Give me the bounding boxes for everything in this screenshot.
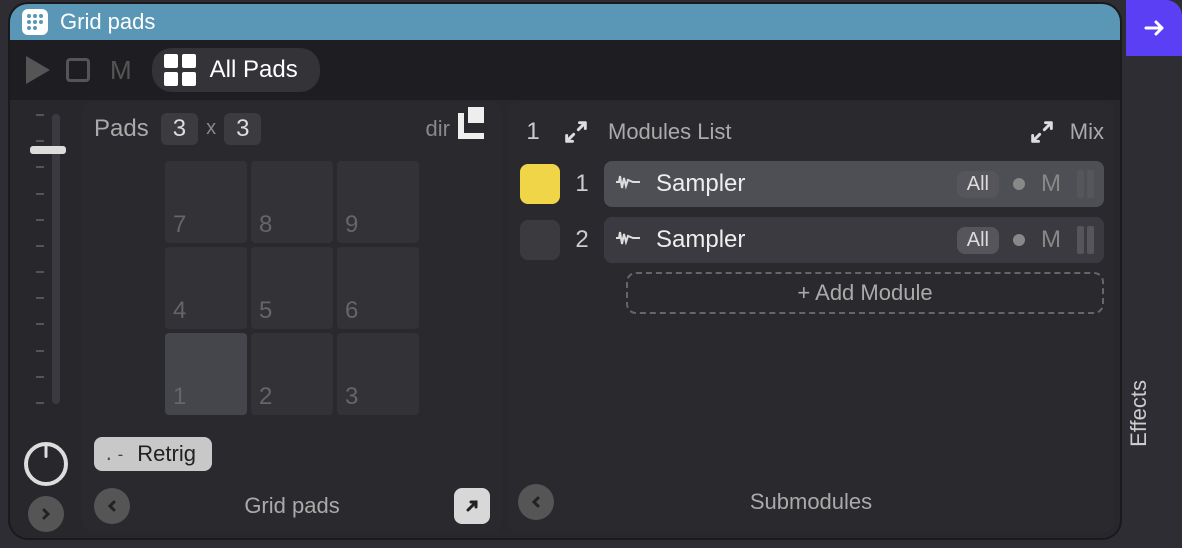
module-status-dot-2[interactable]: [1013, 234, 1025, 246]
transport-row: M All Pads: [10, 40, 1120, 100]
module-scope-2[interactable]: All: [957, 227, 999, 254]
sidebar-controls: [16, 102, 76, 532]
pad-8[interactable]: 8: [251, 161, 333, 243]
title-bar: Grid pads: [10, 4, 1120, 40]
effects-tab[interactable]: Effects: [1126, 380, 1182, 447]
pan-knob[interactable]: [24, 442, 68, 486]
grid-pads-icon: [22, 9, 48, 35]
stop-button[interactable]: [66, 58, 90, 82]
modules-header: 1 Modules List Mix: [518, 110, 1104, 154]
module-name-2: Sampler: [656, 226, 745, 254]
waveform-icon: [614, 228, 642, 253]
module-item-2[interactable]: Sampler All M: [604, 217, 1104, 263]
retrig-label: Retrig: [137, 441, 196, 467]
pad-3[interactable]: 3: [337, 333, 419, 415]
dir-icon[interactable]: [458, 113, 490, 145]
modules-list: 1 Sampler All M 2: [518, 160, 1104, 314]
retrig-icon: .-: [104, 445, 127, 464]
level-slider[interactable]: [16, 114, 76, 434]
module-index-1: 1: [572, 170, 592, 198]
window-title: Grid pads: [60, 9, 155, 35]
module-index-2: 2: [572, 226, 592, 254]
pads-config-row: Pads 3 x 3 dir: [94, 110, 490, 147]
all-pads-button[interactable]: All Pads: [152, 48, 320, 92]
main-window: Grid pads M All Pads: [8, 2, 1122, 540]
pads-grid: 7 8 9 4 5 6 1 2 3: [165, 161, 419, 415]
module-meter-1: [1077, 170, 1094, 198]
pad-6[interactable]: 6: [337, 247, 419, 329]
slider-handle[interactable]: [30, 146, 66, 154]
play-button[interactable]: [26, 56, 50, 84]
pad-2[interactable]: 2: [251, 333, 333, 415]
pad-4[interactable]: 4: [165, 247, 247, 329]
popout-button[interactable]: [454, 488, 490, 524]
module-meter-2: [1077, 226, 1094, 254]
pads-panel-back-button[interactable]: [94, 488, 130, 524]
pads-cols-input[interactable]: 3: [161, 113, 198, 145]
modules-panel-back-button[interactable]: [518, 484, 554, 520]
pad-5[interactable]: 5: [251, 247, 333, 329]
collapse-sidebar-button[interactable]: [28, 496, 64, 532]
dir-label: dir: [426, 116, 450, 142]
pads-rows-input[interactable]: 3: [224, 113, 261, 145]
modules-panel-footer: Submodules: [518, 480, 1104, 524]
pads-label: Pads: [94, 115, 149, 143]
module-status-dot-1[interactable]: [1013, 178, 1025, 190]
pad-1[interactable]: 1: [165, 333, 247, 415]
pads-panel: Pads 3 x 3 dir 7 8 9 4 5 6 1 2 3: [82, 102, 502, 532]
waveform-icon: [614, 172, 642, 197]
retrig-button[interactable]: .- Retrig: [94, 437, 212, 471]
mix-label: Mix: [1070, 119, 1104, 145]
all-pads-icon: [164, 54, 196, 86]
modules-panel-title: Submodules: [750, 489, 872, 515]
module-color-1[interactable]: [520, 164, 560, 204]
all-pads-label: All Pads: [210, 56, 298, 84]
pads-panel-footer: Grid pads: [94, 487, 490, 524]
module-mute-1[interactable]: M: [1039, 170, 1063, 198]
x-separator: x: [206, 117, 216, 140]
pads-panel-title: Grid pads: [244, 493, 339, 519]
modules-list-label: Modules List: [608, 119, 732, 145]
module-mute-2[interactable]: M: [1039, 226, 1063, 254]
next-arrow-button[interactable]: [1126, 0, 1182, 56]
module-scope-1[interactable]: All: [957, 171, 999, 198]
module-color-2[interactable]: [520, 220, 560, 260]
pad-7[interactable]: 7: [165, 161, 247, 243]
content-area: Pads 3 x 3 dir 7 8 9 4 5 6 1 2 3: [10, 100, 1120, 538]
modules-header-index: 1: [518, 118, 548, 146]
pad-9[interactable]: 9: [337, 161, 419, 243]
expand-mix-icon[interactable]: [1028, 118, 1056, 146]
module-row-1: 1 Sampler All M: [520, 160, 1104, 208]
module-name-1: Sampler: [656, 170, 745, 198]
module-item-1[interactable]: Sampler All M: [604, 161, 1104, 207]
mode-m-button[interactable]: M: [106, 55, 136, 86]
expand-list-icon[interactable]: [562, 118, 590, 146]
add-module-button[interactable]: + Add Module: [626, 272, 1104, 314]
modules-panel: 1 Modules List Mix 1: [508, 102, 1114, 532]
module-row-2: 2 Sampler All M: [520, 216, 1104, 264]
